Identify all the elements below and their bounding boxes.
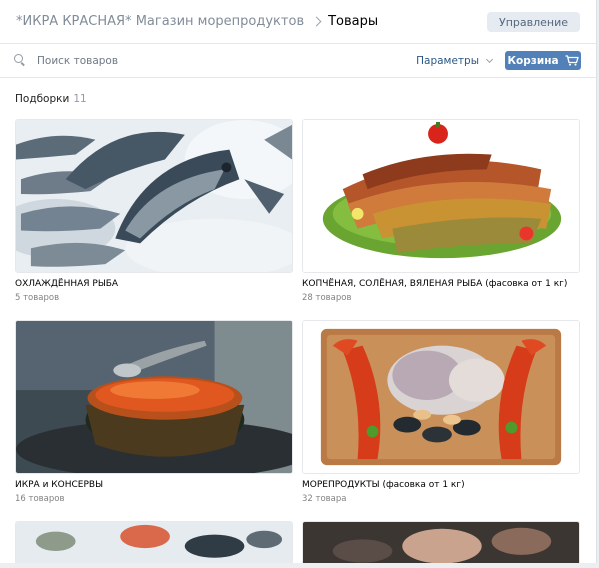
album-image[interactable]	[15, 119, 293, 273]
album-title[interactable]: КОПЧЁНАЯ, СОЛЁНАЯ, ВЯЛЕНАЯ РЫБА (фасовка…	[302, 279, 580, 289]
album-card-caviar[interactable]: ИКРА и КОНСЕРВЫ 16 товаров	[15, 320, 293, 504]
album-image[interactable]	[15, 521, 293, 568]
market-header: *ИКРА КРАСНАЯ* Магазин морепродуктов Тов…	[0, 0, 596, 44]
market-toolbar: Параметры Корзина	[0, 44, 596, 78]
album-card-smoked-fish[interactable]: КОПЧЁНАЯ, СОЛЁНАЯ, ВЯЛЕНАЯ РЫБА (фасовка…	[302, 119, 580, 303]
album-image[interactable]	[302, 119, 580, 273]
search-input[interactable]	[37, 54, 287, 67]
cart-label: Корзина	[507, 54, 559, 67]
chevron-right-icon	[311, 16, 322, 27]
breadcrumb-shop-link[interactable]: *ИКРА КРАСНАЯ* Магазин морепродуктов	[16, 14, 304, 29]
album-image[interactable]	[302, 320, 580, 474]
section-title: Подборки 11	[15, 93, 87, 105]
bottom-divider	[0, 563, 599, 568]
params-dropdown[interactable]: Параметры	[416, 44, 494, 78]
section-title-label: Подборки	[15, 93, 70, 105]
manage-button[interactable]: Управление	[486, 12, 580, 32]
album-image[interactable]	[15, 320, 293, 474]
album-count: 5 товаров	[15, 293, 60, 303]
album-title[interactable]: ОХЛАЖДЁННАЯ РЫБА	[15, 279, 293, 289]
album-count: 28 товаров	[302, 293, 352, 303]
album-count: 16 товаров	[15, 494, 65, 504]
album-image[interactable]	[302, 521, 580, 568]
album-title[interactable]: ИКРА и КОНСЕРВЫ	[15, 480, 293, 490]
search-icon	[14, 54, 27, 67]
params-label: Параметры	[416, 55, 479, 67]
page-title: Товары	[328, 14, 379, 29]
album-card-partial-left[interactable]	[15, 521, 293, 568]
section-count: 11	[73, 93, 87, 105]
cart-button[interactable]: Корзина	[505, 51, 581, 70]
album-card-seafood[interactable]: МОРЕПРОДУКТЫ (фасовка от 1 кг) 32 товара	[302, 320, 580, 504]
chevron-down-icon	[485, 55, 494, 64]
album-count: 32 товара	[302, 494, 347, 504]
album-card-chilled-fish[interactable]: ОХЛАЖДЁННАЯ РЫБА 5 товаров	[15, 119, 293, 303]
cart-icon	[565, 55, 579, 66]
market-page: *ИКРА КРАСНАЯ* Магазин морепродуктов Тов…	[0, 0, 597, 568]
album-card-partial-right[interactable]	[302, 521, 580, 568]
album-title[interactable]: МОРЕПРОДУКТЫ (фасовка от 1 кг)	[302, 480, 580, 490]
